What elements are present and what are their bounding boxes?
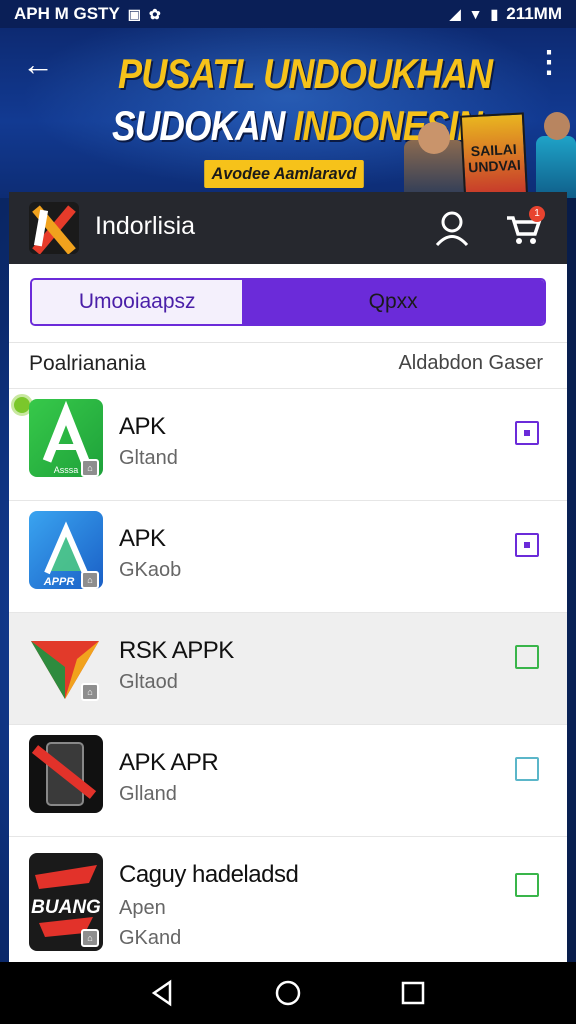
more-menu-icon[interactable]: ⋮ xyxy=(534,48,564,84)
download-checkbox[interactable] xyxy=(515,757,539,781)
banner-title-line1: PUSATL UNDOUKHAN xyxy=(118,50,493,97)
app-subtitle-2: GKand xyxy=(119,927,182,949)
nav-back-icon[interactable] xyxy=(148,978,178,1008)
app-subtitle: Glland xyxy=(119,783,177,805)
signal-icon: ◢ xyxy=(449,5,461,22)
app-logo-icon[interactable] xyxy=(29,202,79,254)
app-subtitle: Gltaod xyxy=(119,671,178,693)
banner-poster: SAILAI UNDVAI xyxy=(459,112,529,198)
divider xyxy=(9,342,567,343)
app-subtitle: Gltand xyxy=(119,447,178,469)
download-checkbox[interactable] xyxy=(515,421,539,445)
list-item[interactable]: Asssa ⌂ APK Gltand xyxy=(9,388,567,500)
install-badge-icon: ⌂ xyxy=(81,683,99,701)
app-title: APK xyxy=(119,525,166,552)
nav-recents-icon[interactable] xyxy=(398,978,428,1008)
list-item[interactable]: BUANG ⌂ Caguy hadeladsd Apen GKand xyxy=(9,836,567,962)
app-card: Indorlisia 1 Umooiaapsz Qpxx Poalrianani… xyxy=(9,192,567,962)
nav-home-icon[interactable] xyxy=(273,978,303,1008)
list-sort-link[interactable]: Aldabdon Gaser xyxy=(398,352,543,375)
install-badge-icon: ⌂ xyxy=(81,459,99,477)
battery-icon: ▮ xyxy=(490,5,499,22)
app-title: APK APR xyxy=(119,749,219,776)
person-body-2 xyxy=(536,136,576,198)
tab-first[interactable]: Umooiaapsz xyxy=(32,280,243,324)
app-title: RSK APPK xyxy=(119,637,234,664)
icon-label: BUANG xyxy=(31,897,101,918)
back-arrow-icon[interactable]: ← xyxy=(18,48,58,84)
cart-badge: 1 xyxy=(529,206,545,222)
app-title: Caguy hadeladsd xyxy=(119,861,299,888)
app-name: Indorlisia xyxy=(95,212,196,240)
list-item[interactable]: APPR ⌂ APK GKaob xyxy=(9,500,567,612)
app-subtitle: Apen xyxy=(119,897,166,919)
banner-title-line2-a: SUDOKAN xyxy=(112,102,294,149)
status-bar: APH M GSTY ▣ ✿ ◢ ▼ ▮ 211MM xyxy=(0,0,576,28)
apk-phone-icon xyxy=(29,735,103,813)
list-heading: Poalrianania xyxy=(29,352,146,375)
list-item[interactable]: ⌂ RSK APPK Gltaod xyxy=(9,612,567,724)
notification-icon: ▣ xyxy=(127,5,142,22)
promo-banner[interactable]: ← ⋮ PUSATL UNDOUKHAN SUDOKAN INDONESIN A… xyxy=(0,28,576,198)
status-time: 211MM xyxy=(506,4,562,23)
person-head-2 xyxy=(544,112,570,140)
app-title: APK xyxy=(119,413,166,440)
download-checkbox[interactable] xyxy=(515,533,539,557)
install-badge-icon: ⌂ xyxy=(81,929,99,947)
list-item[interactable]: APK APR Glland xyxy=(9,724,567,836)
tab-second[interactable]: Qpxx xyxy=(242,280,544,324)
app-header: Indorlisia 1 xyxy=(9,192,567,264)
wifi-icon: ▼ xyxy=(468,6,483,22)
banner-promo-image: SAILAI UNDVAI xyxy=(396,96,576,198)
icon-label: APPR xyxy=(43,576,75,588)
status-left-text: APH M GSTY xyxy=(14,4,120,23)
person-head-1 xyxy=(418,122,450,154)
tab-bar: Umooiaapsz Qpxx xyxy=(30,278,546,326)
user-icon[interactable] xyxy=(433,210,471,246)
download-checkbox[interactable] xyxy=(515,645,539,669)
app-subtitle: GKaob xyxy=(119,559,182,581)
install-badge-icon: ⌂ xyxy=(81,571,99,589)
banner-tag: Avodee Aamlaravd xyxy=(204,160,364,188)
app-notification-icon: ✿ xyxy=(149,5,161,22)
phone-blocked-icon xyxy=(31,742,97,806)
system-nav-bar xyxy=(0,962,576,1024)
icon-label: Asssa xyxy=(54,465,79,475)
download-checkbox[interactable] xyxy=(515,873,539,897)
